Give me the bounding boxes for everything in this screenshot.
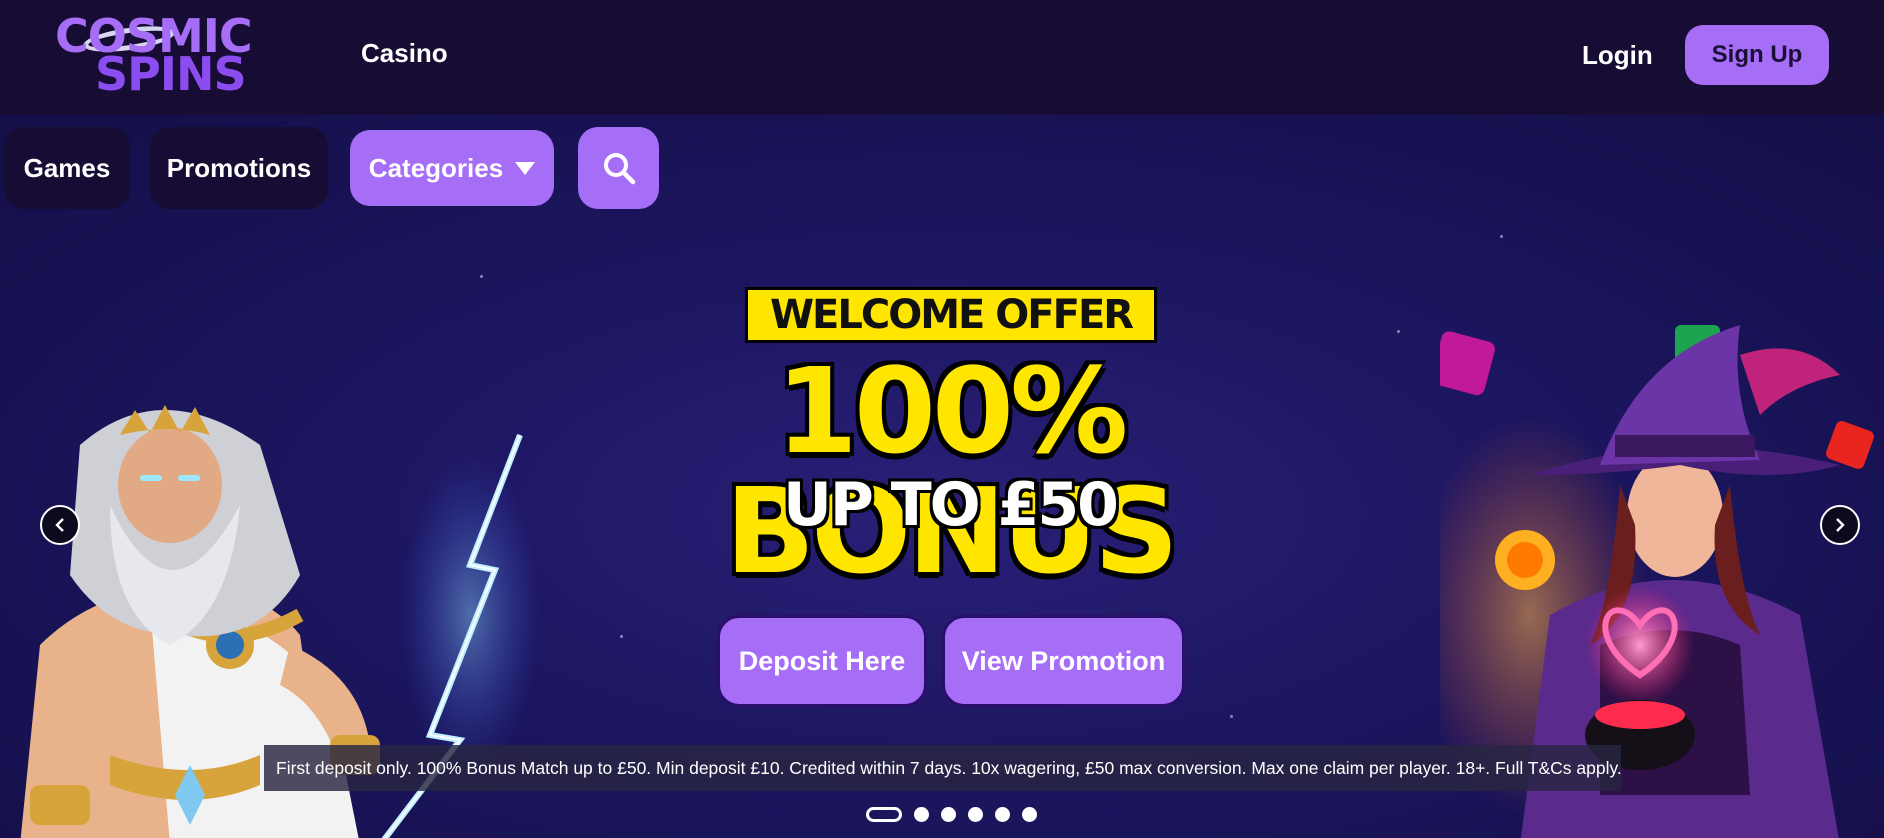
welcome-offer-badge: WELCOME OFFER	[745, 287, 1157, 343]
chevron-right-icon	[1836, 518, 1845, 532]
search-icon	[603, 153, 635, 185]
carousel-dot[interactable]	[914, 806, 929, 822]
bonus-subheadline: UP TO £50	[783, 470, 1119, 540]
subnav-games-button[interactable]: Games	[4, 127, 130, 209]
background-star	[1230, 715, 1233, 718]
subnav-promotions-button[interactable]: Promotions	[150, 127, 328, 209]
carousel-dot[interactable]	[866, 806, 902, 822]
search-button[interactable]	[578, 127, 659, 209]
categories-dropdown[interactable]: Categories	[350, 130, 554, 206]
deposit-here-button[interactable]: Deposit Here	[717, 615, 927, 707]
login-link[interactable]: Login	[1582, 40, 1653, 71]
background-star	[1397, 330, 1400, 333]
cosmic-spins-logo[interactable]: COSMIC SPINS	[55, 12, 285, 98]
carousel-dot[interactable]	[968, 806, 983, 822]
carousel-prev-button[interactable]	[40, 505, 80, 545]
background-star	[1500, 235, 1503, 238]
background-star	[620, 635, 623, 638]
carousel-next-button[interactable]	[1820, 505, 1860, 545]
subnav-promotions-label: Promotions	[166, 152, 312, 183]
nav-link-casino[interactable]: Casino	[361, 38, 448, 69]
carousel-dot[interactable]	[1022, 806, 1037, 822]
caret-down-icon	[515, 161, 536, 175]
carousel-pagination	[866, 803, 1037, 825]
view-promotion-button[interactable]: View Promotion	[942, 615, 1185, 707]
categories-label: Categories	[368, 152, 504, 183]
terms-disclaimer: First deposit only. 100% Bonus Match up …	[264, 745, 1621, 791]
hero-banner: Games Promotions Categories WELCOME OFFE…	[0, 115, 1884, 838]
logo-text-spins: SPINS	[95, 47, 247, 101]
chevron-left-icon	[55, 518, 64, 532]
signup-button[interactable]: Sign Up	[1685, 25, 1829, 85]
subnav-games-label: Games	[23, 152, 111, 183]
background-star	[480, 275, 483, 278]
top-navigation-bar: COSMIC SPINS Casino Login Sign Up	[0, 0, 1884, 115]
carousel-dot[interactable]	[941, 806, 956, 822]
carousel-dot[interactable]	[995, 806, 1010, 822]
